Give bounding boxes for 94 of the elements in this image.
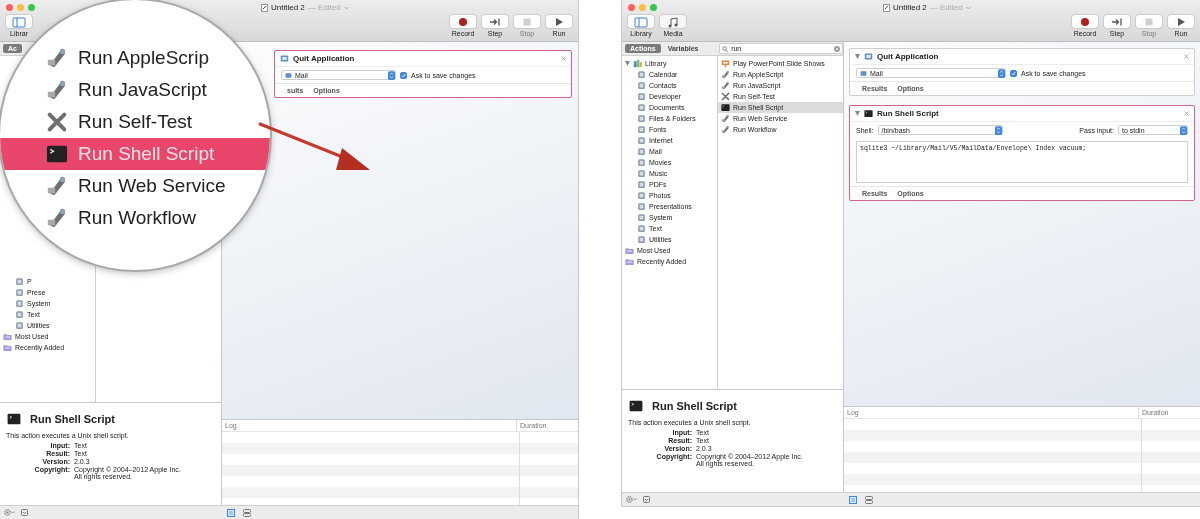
script-icon	[721, 114, 730, 123]
action-title: Run Shell Script	[30, 413, 115, 425]
record-icon	[1079, 15, 1091, 28]
category-icon	[637, 180, 646, 189]
smart-folder-icon	[3, 332, 12, 341]
category-icon	[637, 92, 646, 101]
split-view-icon[interactable]	[865, 495, 873, 504]
terminal-icon	[721, 103, 730, 112]
category-icon	[637, 70, 646, 79]
split-view-icon[interactable]	[243, 508, 251, 517]
stepper-icon	[994, 125, 1002, 135]
sidebar-icon	[12, 15, 26, 28]
category-icon	[637, 202, 646, 211]
category-icon	[15, 321, 24, 330]
script-icon	[46, 207, 68, 229]
caret-icon	[343, 5, 349, 10]
category-icon	[637, 147, 646, 156]
action-item[interactable]: Run Self-Test	[46, 106, 199, 138]
panel-toggle-icon[interactable]	[21, 509, 28, 516]
library-icon	[633, 59, 642, 68]
document-icon	[883, 3, 890, 12]
app-icon	[864, 52, 873, 61]
window-close-button[interactable]	[6, 4, 13, 11]
stepper-icon	[1180, 125, 1187, 135]
tools-icon	[46, 111, 68, 133]
category-icon	[15, 299, 24, 308]
app-icon	[285, 71, 292, 79]
record-icon	[457, 15, 469, 28]
play-icon	[553, 15, 565, 28]
terminal-icon	[628, 399, 644, 413]
category-icon	[637, 125, 646, 134]
category-icon	[637, 114, 646, 123]
category-icon	[637, 103, 646, 112]
list-view-icon[interactable]	[227, 508, 235, 517]
gear-icon[interactable]	[626, 496, 637, 503]
script-icon	[721, 81, 730, 90]
category-icon	[637, 169, 646, 178]
category-icon	[15, 310, 24, 319]
app-icon	[860, 69, 867, 77]
category-icon	[637, 136, 646, 145]
checkbox[interactable]	[1010, 69, 1017, 77]
script-icon	[46, 175, 68, 197]
smart-folder-icon	[625, 246, 634, 255]
stepper-icon	[388, 70, 395, 80]
stepper-icon	[998, 68, 1005, 78]
panel-toggle-icon[interactable]	[643, 496, 650, 503]
list-view-icon[interactable]	[849, 495, 857, 504]
category-icon	[637, 158, 646, 167]
category-icon	[637, 213, 646, 222]
smart-folder-icon	[625, 257, 634, 266]
terminal-icon	[46, 143, 68, 165]
caret-icon	[965, 5, 971, 10]
action-item[interactable]: Run Workflow	[46, 202, 202, 234]
script-icon	[46, 79, 68, 101]
close-icon[interactable]	[1184, 54, 1189, 59]
document-icon	[261, 3, 268, 12]
search-icon	[722, 45, 729, 52]
action-item[interactable]: Run AppleScrip	[46, 42, 215, 74]
window-title: Untitled 2	[271, 3, 305, 12]
window-minimize-button[interactable]	[639, 4, 646, 11]
window-title: Untitled 2	[893, 3, 927, 12]
script-icon	[721, 125, 730, 134]
terminal-icon	[6, 412, 22, 426]
category-icon	[637, 191, 646, 200]
close-icon[interactable]	[561, 56, 566, 61]
window-zoom-button[interactable]	[28, 4, 35, 11]
card-title: Quit Application	[293, 54, 355, 63]
action-title: Run Shell Script	[652, 400, 737, 412]
action-item[interactable]: Run JavaScript	[46, 74, 213, 106]
sidebar-icon	[634, 15, 648, 28]
smart-folder-icon	[3, 343, 12, 352]
play-icon	[1175, 15, 1187, 28]
terminal-icon	[864, 109, 873, 118]
category-icon	[637, 81, 646, 90]
card-title: Quit Application	[877, 52, 939, 61]
checkbox[interactable]	[400, 71, 407, 79]
card-title: Run Shell Script	[877, 109, 939, 118]
tools-icon	[721, 92, 730, 101]
music-note-icon	[666, 15, 680, 28]
close-icon[interactable]	[1184, 111, 1189, 116]
category-icon	[15, 288, 24, 297]
window-minimize-button[interactable]	[17, 4, 24, 11]
app-icon	[280, 54, 289, 63]
clear-icon	[834, 45, 840, 52]
gear-icon[interactable]	[4, 509, 15, 516]
script-icon	[721, 70, 730, 79]
script-icon	[46, 47, 68, 69]
window-close-button[interactable]	[628, 4, 635, 11]
category-icon	[637, 235, 646, 244]
category-icon	[637, 224, 646, 233]
presentation-icon	[721, 59, 730, 68]
action-item[interactable]: Run Web Service	[46, 170, 232, 202]
category-icon	[15, 277, 24, 286]
window-zoom-button[interactable]	[650, 4, 657, 11]
